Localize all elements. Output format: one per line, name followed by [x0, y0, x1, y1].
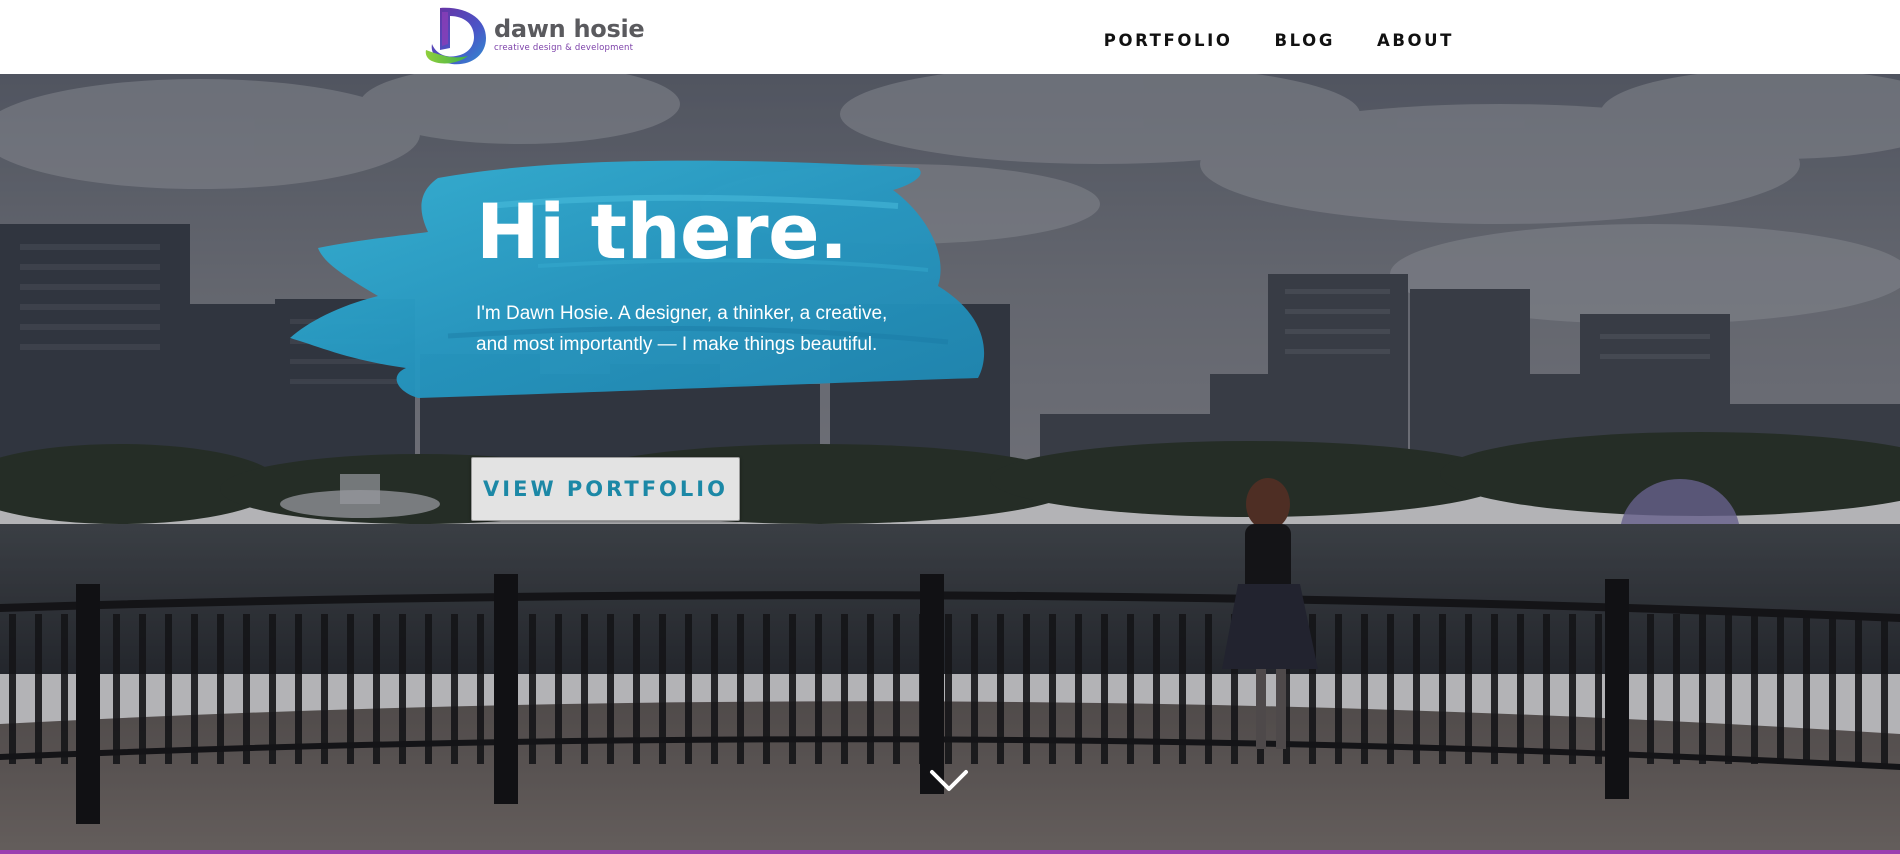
chevron-down-icon[interactable] [928, 766, 970, 796]
hero-title: Hi there. [476, 187, 848, 276]
hero-section: Hi there. I'm Dawn Hosie. A designer, a … [0, 74, 1900, 850]
logo-tagline: creative design & development [494, 43, 634, 54]
nav-link-portfolio[interactable]: PORTFOLIO [1104, 31, 1233, 50]
nav-link-about[interactable]: ABOUT [1377, 31, 1454, 50]
main-nav: PORTFOLIO BLOG ABOUT [1062, 0, 1454, 80]
hero-intro-text: I'm Dawn Hosie. A designer, a thinker, a… [476, 303, 888, 355]
logo-mark-icon [425, 7, 486, 65]
view-portfolio-button[interactable]: VIEW PORTFOLIO [471, 457, 740, 521]
logo-text: dawn hosie creative design & development [494, 15, 645, 54]
logo-name: dawn hosie [494, 15, 645, 44]
site-header: dawn hosie creative design & development… [0, 0, 1900, 74]
accent-bar [0, 850, 1900, 854]
brush-stroke-background [290, 160, 985, 398]
logo-link[interactable]: dawn hosie creative design & development [424, 4, 645, 66]
nav-link-blog[interactable]: BLOG [1274, 31, 1334, 50]
